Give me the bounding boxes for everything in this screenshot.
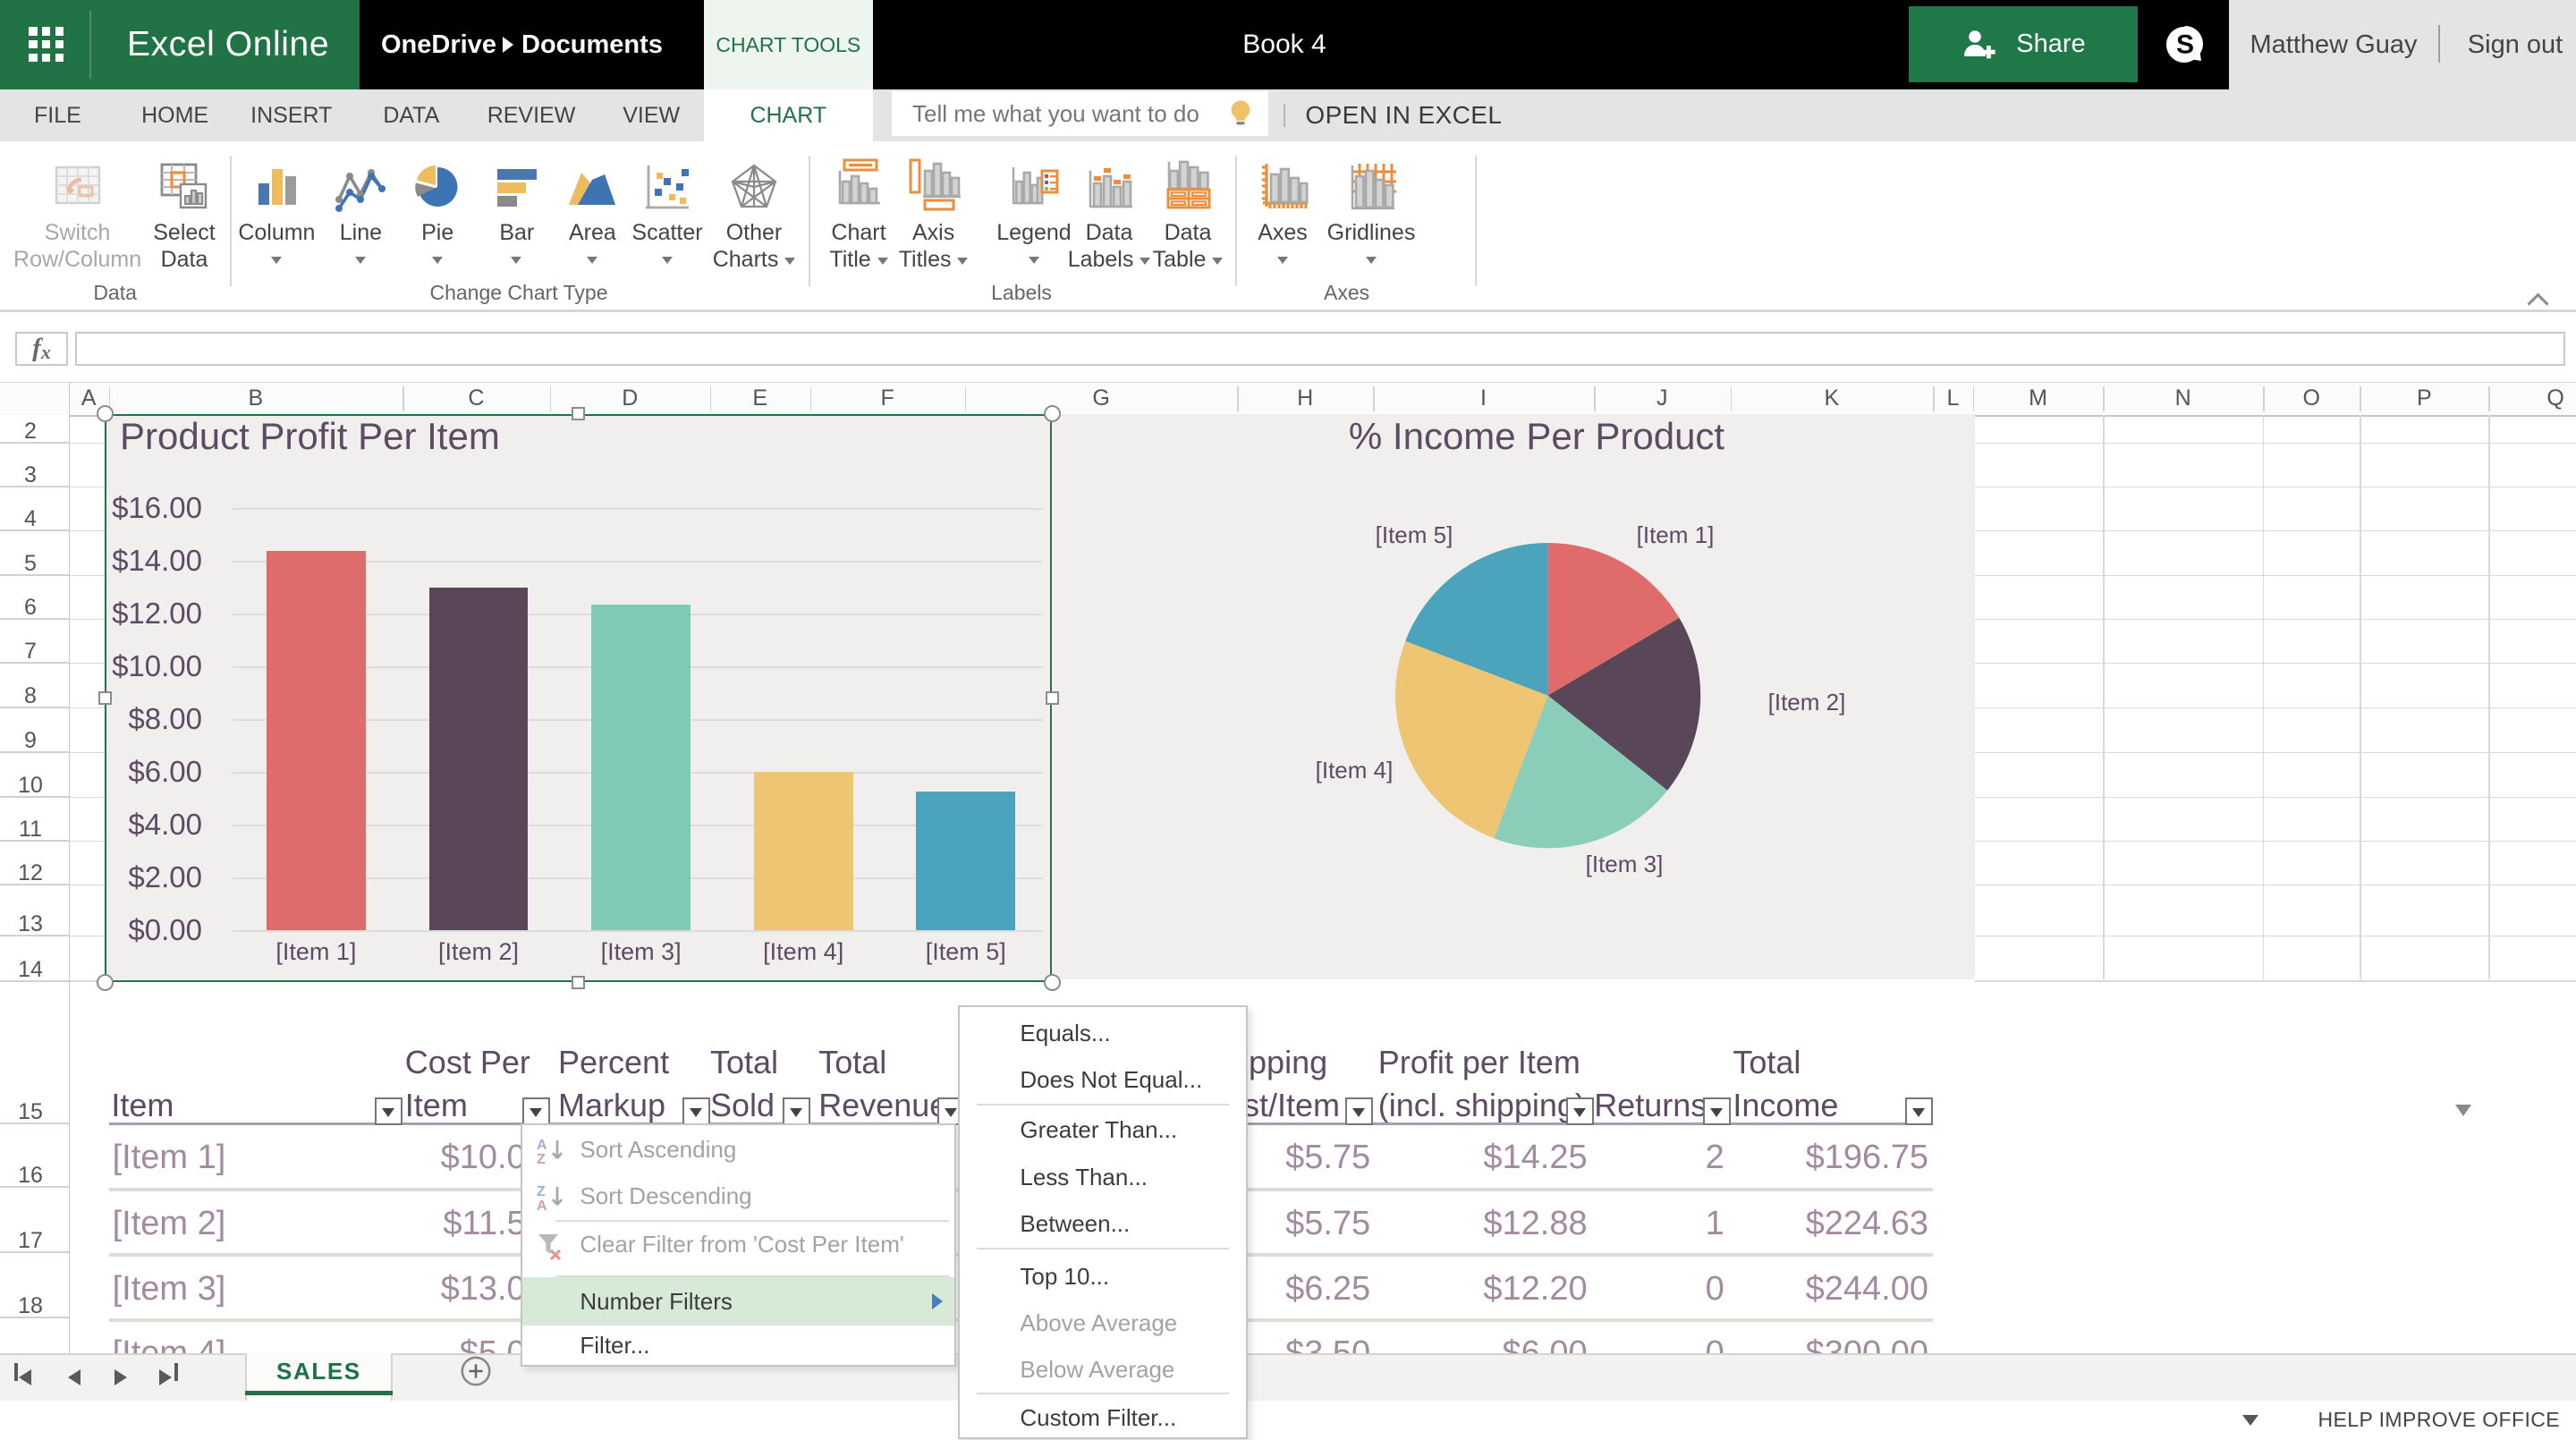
svg-text:Z: Z [537,1152,546,1165]
svg-text:S: S [2176,30,2194,60]
svg-text:A: A [537,1199,547,1212]
svg-text:A: A [537,1138,547,1153]
svg-text:Z: Z [537,1184,546,1199]
